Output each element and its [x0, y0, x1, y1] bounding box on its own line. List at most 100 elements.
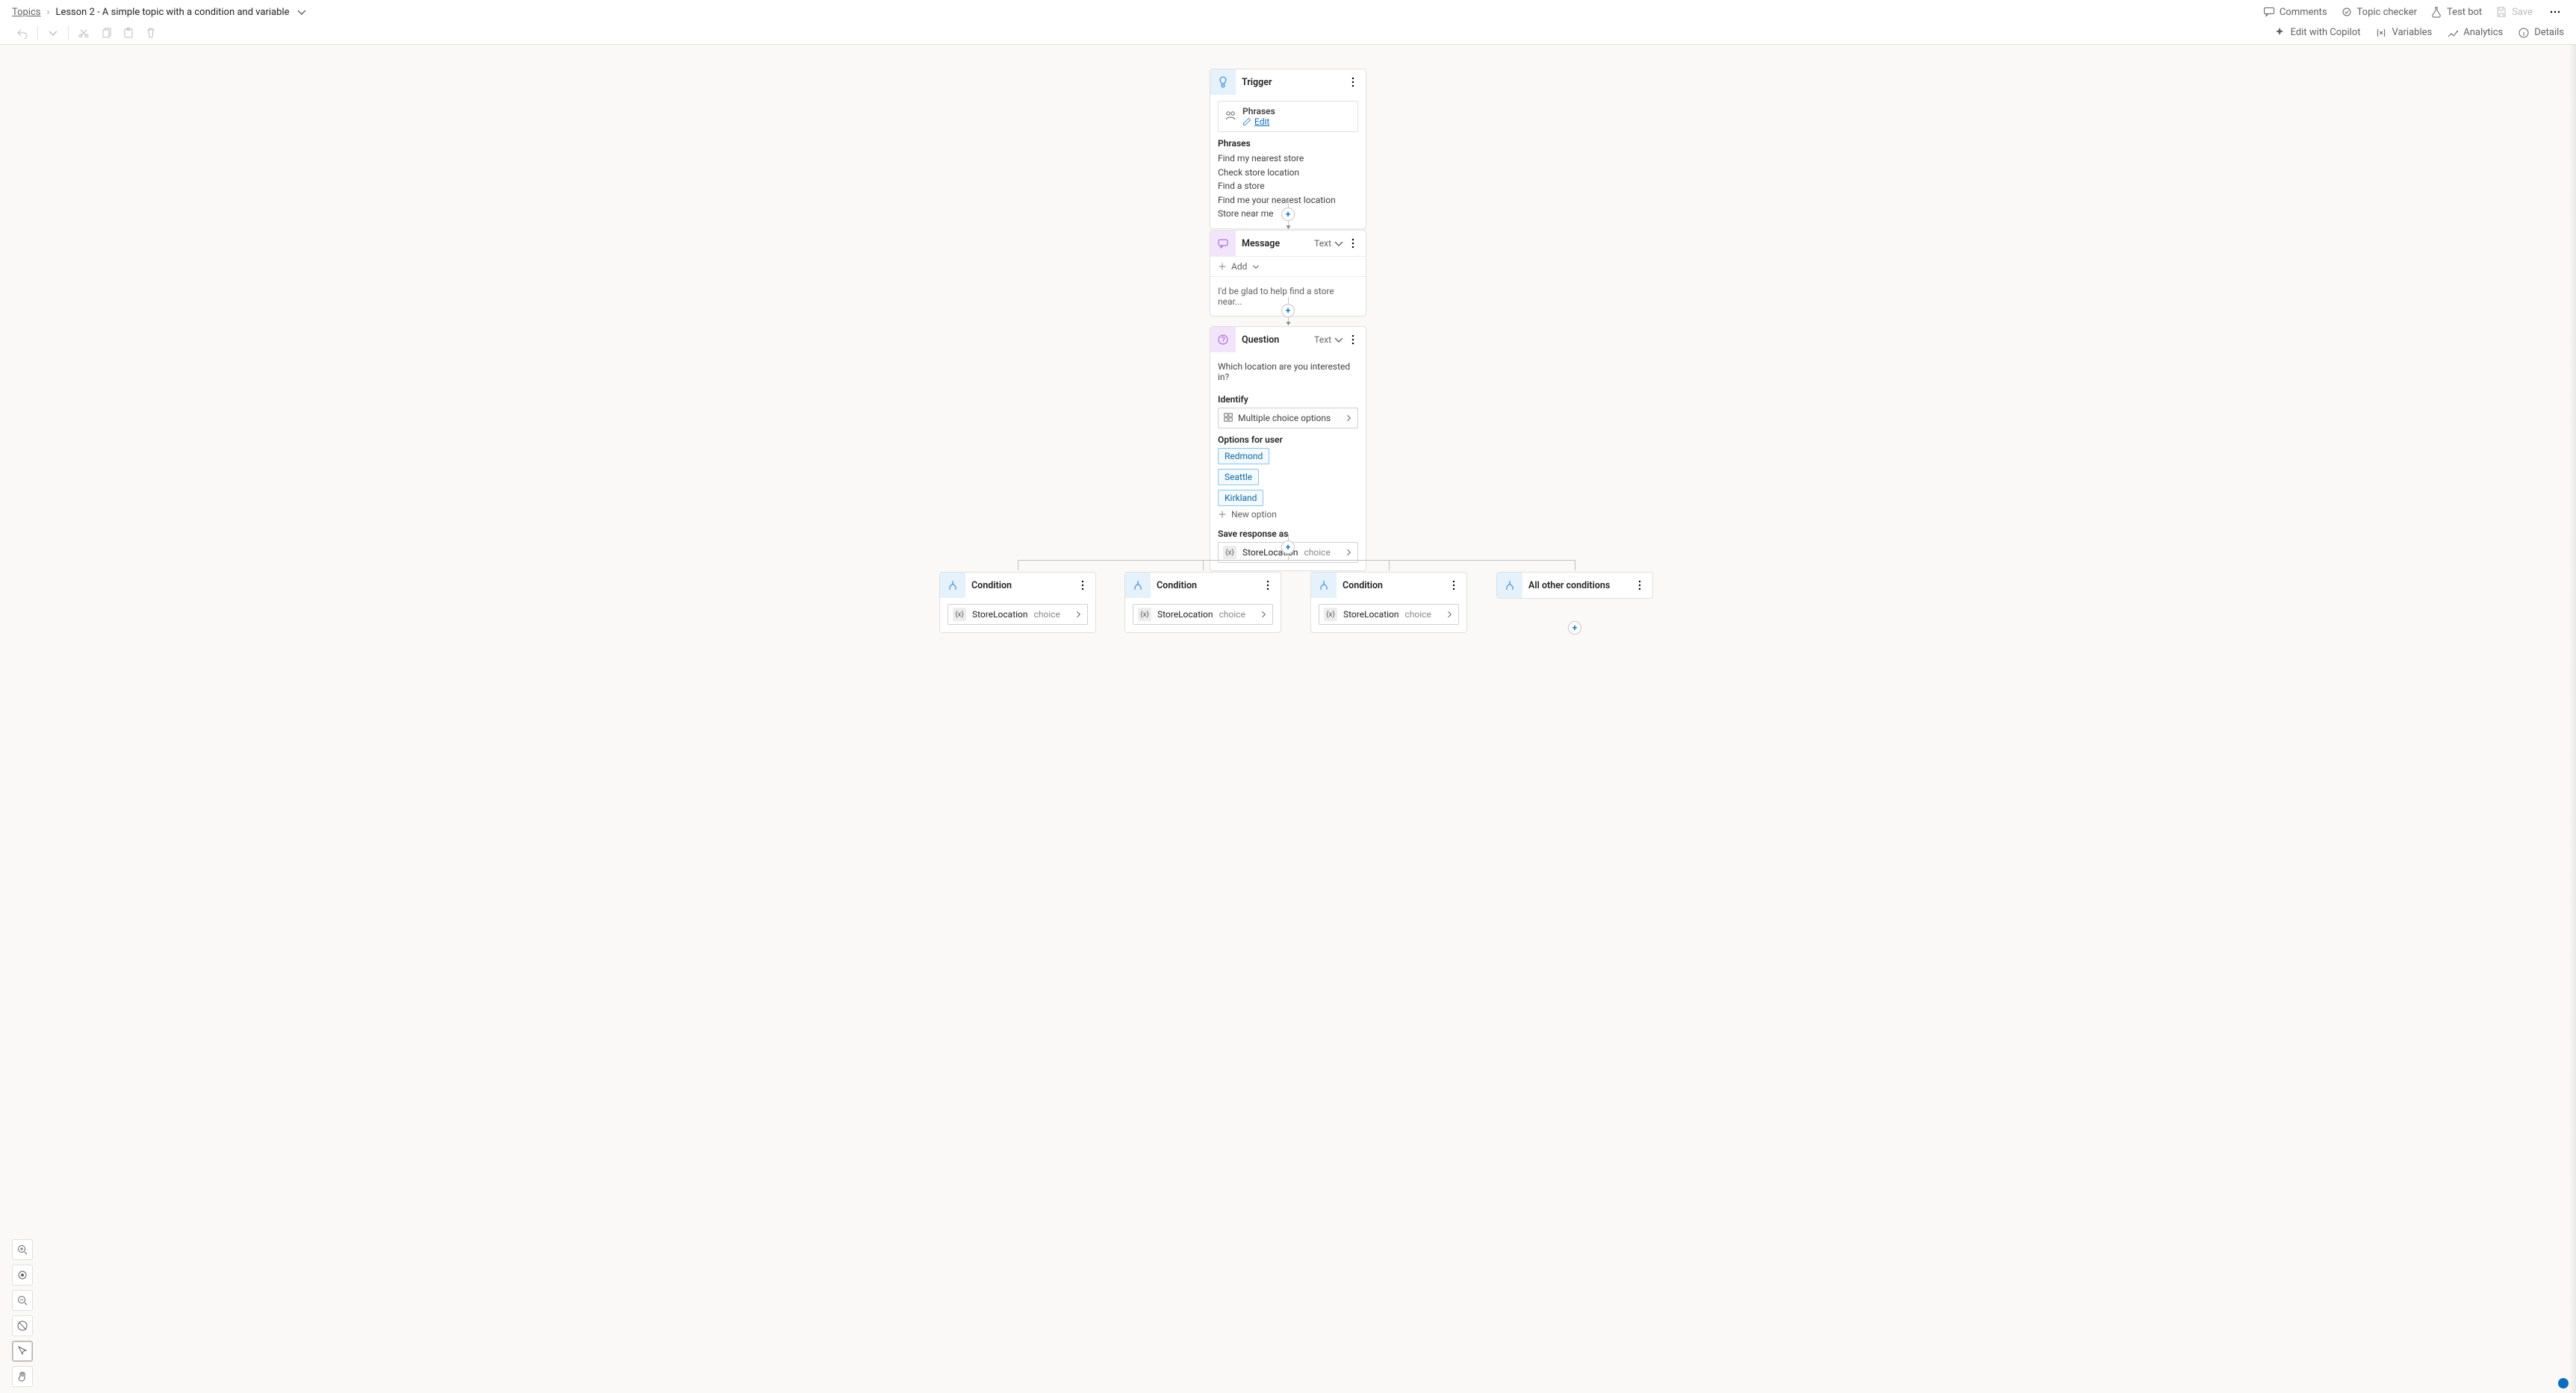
option-chip[interactable]: Kirkland — [1218, 490, 1263, 506]
option-chip[interactable]: Redmond — [1218, 448, 1269, 464]
cursor-icon — [16, 1345, 28, 1357]
node-menu[interactable] — [1345, 331, 1361, 348]
variable-icon: {x} — [1324, 608, 1337, 621]
node-menu[interactable] — [1345, 74, 1361, 90]
zoom-in-button[interactable] — [12, 1239, 33, 1260]
variable-name: StoreLocation — [972, 609, 1028, 620]
add-node-button[interactable]: + — [1281, 540, 1295, 554]
edit-with-copilot-tab[interactable]: Edit with Copilot — [2274, 27, 2360, 39]
node-header: Condition — [1311, 573, 1466, 598]
condition-variable-select[interactable]: {x}StoreLocationchoice — [948, 604, 1088, 625]
message-type-dropdown[interactable] — [1333, 237, 1345, 249]
condition-icon — [1497, 573, 1522, 598]
pan-tool-button[interactable] — [12, 1366, 33, 1387]
phrase-item: Find my nearest store — [1218, 152, 1358, 166]
message-icon — [1210, 231, 1236, 256]
condition-icon — [1125, 573, 1151, 598]
topic-picker-chevron[interactable] — [296, 6, 308, 18]
node-header: Condition — [940, 573, 1095, 598]
reset-button[interactable] — [12, 1315, 33, 1336]
message-add-button[interactable]: Add — [1210, 256, 1366, 277]
topic-checker-button[interactable]: Topic checker — [2341, 6, 2417, 18]
branch-drop — [1203, 560, 1204, 570]
breadcrumb-root[interactable]: Topics — [12, 7, 41, 18]
message-add-label: Add — [1231, 261, 1247, 272]
node-title: Condition — [1151, 580, 1260, 591]
arrow-icon — [1287, 225, 1291, 229]
add-node-button[interactable]: + — [1281, 304, 1295, 317]
node-header: Condition — [1125, 573, 1281, 598]
copy-button — [96, 22, 116, 43]
node-menu[interactable] — [1074, 577, 1091, 593]
delete-button — [140, 22, 161, 43]
question-prompt[interactable]: Which location are you interested in? — [1218, 358, 1358, 388]
analytics-tab[interactable]: Analytics — [2447, 27, 2503, 39]
phrase-item: Find a store — [1218, 179, 1358, 193]
new-option-label: New option — [1231, 509, 1277, 520]
comments-label: Comments — [2280, 7, 2327, 18]
identify-value: Multiple choice options — [1238, 413, 1331, 423]
condition-icon — [940, 573, 965, 598]
edit-toolbar: Edit with Copilot Variables Analytics De… — [0, 21, 2576, 45]
fit-button[interactable] — [12, 1265, 33, 1286]
identify-label: Identify — [1218, 394, 1358, 405]
topic-checker-label: Topic checker — [2357, 7, 2417, 18]
node-menu[interactable] — [1631, 577, 1648, 593]
more-button[interactable] — [2546, 6, 2564, 18]
node-header: Message Text — [1210, 231, 1366, 256]
kebab-icon — [1347, 334, 1359, 346]
variable-type: choice — [1304, 547, 1331, 558]
identify-select[interactable]: Multiple choice options — [1218, 408, 1358, 429]
node-header: All other conditions — [1497, 573, 1652, 598]
entity-icon — [1223, 412, 1233, 425]
node-condition[interactable]: Condition {x}StoreLocationchoice — [1124, 572, 1281, 633]
ellipsis-icon — [2549, 6, 2561, 18]
help-indicator[interactable] — [2558, 1378, 2569, 1389]
option-chip[interactable]: Seattle — [1218, 469, 1259, 485]
condition-variable-select[interactable]: {x}StoreLocationchoice — [1133, 604, 1273, 625]
phrases-card-title: Phrases — [1242, 106, 1275, 116]
node-title: Question — [1236, 334, 1314, 346]
new-option-button[interactable]: New option — [1218, 509, 1277, 520]
branch-drop — [1389, 560, 1390, 570]
authoring-flow: Trigger Phrases Edit — [691, 45, 1885, 664]
node-menu[interactable] — [1260, 577, 1276, 593]
cut-button — [73, 22, 94, 43]
chevron-right-icon — [1344, 548, 1353, 557]
details-tab[interactable]: Details — [2518, 27, 2564, 39]
add-node-button[interactable]: + — [1281, 208, 1295, 221]
sparkle-icon — [2274, 27, 2286, 39]
node-header: Question Text — [1210, 327, 1366, 352]
variables-tab[interactable]: Variables — [2375, 27, 2432, 39]
add-branch-button[interactable]: + — [1568, 621, 1581, 635]
kebab-icon — [1262, 579, 1274, 591]
phrases-card[interactable]: Phrases Edit — [1218, 101, 1358, 132]
option-chips: Redmond Seattle Kirkland — [1218, 448, 1358, 506]
comments-button[interactable]: Comments — [2263, 6, 2327, 18]
phrase-item: Check store location — [1218, 166, 1358, 180]
node-menu[interactable] — [1446, 577, 1462, 593]
edit-toolbar-right: Edit with Copilot Variables Analytics De… — [2274, 27, 2564, 39]
node-title: Condition — [965, 580, 1074, 591]
chevron-down-icon — [1333, 237, 1345, 249]
node-condition[interactable]: Condition {x}StoreLocationchoice — [939, 572, 1096, 633]
test-bot-button[interactable]: Test bot — [2430, 6, 2482, 18]
node-title: All other conditions — [1522, 580, 1631, 591]
variable-type: choice — [1219, 609, 1245, 620]
analytics-icon — [2447, 27, 2459, 39]
canvas[interactable]: Trigger Phrases Edit — [0, 45, 2576, 1393]
zoom-out-button[interactable] — [12, 1290, 33, 1311]
edit-phrases-link[interactable]: Edit — [1242, 116, 1275, 127]
node-all-other-conditions[interactable]: All other conditions — [1496, 572, 1653, 599]
node-condition[interactable]: Condition {x}StoreLocationchoice — [1310, 572, 1467, 633]
redo-dropdown — [43, 22, 63, 43]
condition-variable-select[interactable]: {x}StoreLocationchoice — [1319, 604, 1459, 625]
plus-icon — [1218, 510, 1227, 519]
select-tool-button[interactable] — [12, 1341, 33, 1362]
kebab-icon — [1634, 579, 1646, 591]
question-type-dropdown[interactable] — [1333, 334, 1345, 346]
top-actions: Comments Topic checker Test bot Save — [2263, 6, 2564, 18]
cut-icon — [78, 27, 90, 39]
kebab-icon — [1347, 76, 1359, 88]
node-menu[interactable] — [1345, 235, 1361, 252]
